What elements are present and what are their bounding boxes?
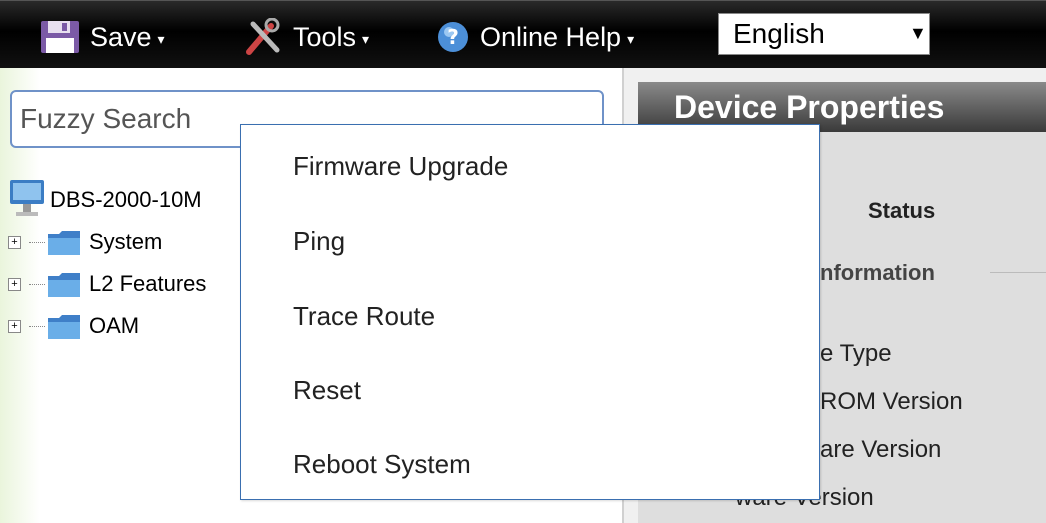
save-label: Save [90,21,152,52]
online-help-menu-button[interactable]: ? Online Help ▾ [436,17,634,57]
tree-root-device[interactable]: DBS-2000-10M [8,178,202,222]
folder-icon [48,273,80,297]
firmware-version-label: are Version [820,436,942,463]
online-help-label: Online Help [480,21,622,52]
menu-item-trace-route[interactable]: Trace Route [293,301,435,332]
expand-plus-icon[interactable]: + [8,319,21,333]
language-value: English [733,18,825,49]
dropdown-arrow-icon: ▼ [909,23,927,43]
top-toolbar: Save ▾ Tools ▾ ? Online Help ▾ English ▼ [0,0,1046,68]
tools-icon [246,18,280,55]
computer-icon [10,180,44,216]
tree-connector [29,241,45,243]
tree-root-label: DBS-2000-10M [50,187,202,212]
tree-item-system[interactable]: + System [8,228,162,256]
tree-item-label: OAM [89,313,140,338]
floppy-disk-icon [41,21,79,53]
tools-dropdown-menu: Firmware Upgrade Ping Trace Route Reset … [240,124,820,500]
expand-plus-icon[interactable]: + [8,277,21,291]
menu-item-ping[interactable]: Ping [293,226,345,257]
status-heading: Status [868,198,936,223]
tree-item-label: L2 Features [89,271,207,296]
device-type-label: e Type [820,340,892,367]
help-icon: ? [438,22,468,52]
tree-item-label: System [89,229,163,254]
section-divider [990,272,1046,273]
boot-prom-version-label: ROM Version [820,388,963,415]
chevron-down-icon: ▾ [362,30,370,47]
menu-item-reset[interactable]: Reset [293,375,361,406]
tree-connector [29,325,45,327]
tree-item-oam[interactable]: + OAM [8,312,139,340]
chevron-down-icon: ▾ [627,30,635,47]
language-select[interactable]: English ▼ [718,13,930,55]
tools-menu-button[interactable]: Tools ▾ [243,17,369,57]
menu-item-firmware-upgrade[interactable]: Firmware Upgrade [293,151,508,182]
information-heading: nformation [820,260,935,285]
menu-item-reboot-system[interactable]: Reboot System [293,449,471,480]
expand-plus-icon[interactable]: + [8,235,21,249]
tree-connector [29,283,45,285]
svg-text:?: ? [447,25,459,49]
folder-icon [48,231,80,255]
tools-label: Tools [293,21,357,52]
save-menu-button[interactable]: Save ▾ [40,17,165,57]
folder-icon [48,315,80,339]
chevron-down-icon: ▾ [157,30,165,47]
tree-item-l2-features[interactable]: + L2 Features [8,270,206,298]
